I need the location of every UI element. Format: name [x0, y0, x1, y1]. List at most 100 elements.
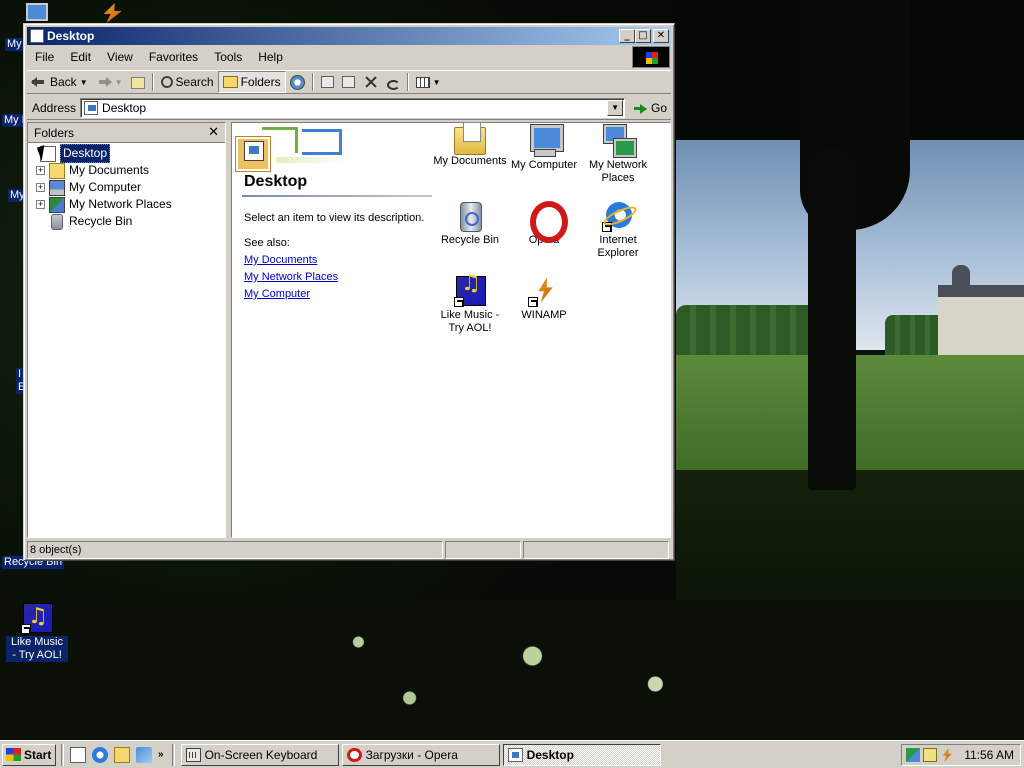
address-dropdown-icon[interactable]: ▼: [607, 99, 624, 116]
task-on-screen-keyboard[interactable]: On-Screen Keyboard: [180, 743, 339, 766]
address-bar: Address Desktop ▼ Go: [27, 96, 671, 120]
quick-launch-more-icon[interactable]: »: [158, 749, 164, 760]
start-button[interactable]: Start: [2, 743, 56, 766]
tree-item-desktop[interactable]: Desktop: [28, 144, 225, 163]
folders-pane-close-icon[interactable]: ✕: [208, 123, 219, 143]
winamp-tray-icon[interactable]: [942, 748, 952, 762]
maximize-button[interactable]: □: [635, 29, 651, 43]
close-button[interactable]: ✕: [653, 29, 669, 43]
windows-flag-icon: [646, 52, 658, 64]
task-desktop[interactable]: Desktop: [502, 743, 661, 766]
internet-explorer-icon[interactable]: [92, 746, 108, 763]
my-computer-desktop-icon[interactable]: [26, 3, 48, 21]
system-tray: 11:56 AM: [901, 744, 1021, 766]
minimize-button[interactable]: _: [619, 29, 635, 43]
desktop-icon-label: Like Music - Try AOL!: [6, 636, 68, 662]
forward-button[interactable]: ▼: [92, 71, 127, 93]
desktop-icon: [84, 100, 99, 115]
see-also-heading: See also:: [244, 237, 290, 249]
title-bar[interactable]: Desktop _ □ ✕: [27, 27, 671, 45]
shortcut-arrow-icon: [602, 222, 612, 232]
task-label: On-Screen Keyboard: [204, 747, 318, 762]
tree-item-label: My Documents: [69, 163, 150, 177]
item-recycle-bin[interactable]: Recycle Bin: [432, 200, 508, 247]
tree-item-my-computer[interactable]: + My Computer: [28, 179, 225, 196]
item-internet-explorer[interactable]: Internet Explorer: [580, 200, 656, 260]
folders-pane-title: Folders: [34, 126, 75, 140]
expand-icon[interactable]: +: [36, 183, 45, 192]
tree-item-label: Desktop: [60, 144, 111, 163]
expand-icon[interactable]: +: [36, 166, 45, 175]
task-opera-downloads[interactable]: Загрузки - Opera: [341, 743, 500, 766]
item-like-music-aol[interactable]: Like Music - Try AOL!: [432, 275, 508, 335]
folders-pane: Folders ✕ Desktop + My Documents + My Co…: [27, 122, 226, 538]
copy-to-icon: [341, 76, 355, 88]
go-arrow-icon: [634, 102, 648, 114]
forward-dropdown-icon[interactable]: ▼: [115, 78, 123, 87]
back-dropdown-icon[interactable]: ▼: [80, 78, 88, 87]
menu-view[interactable]: View: [99, 48, 141, 67]
menu-bar: File Edit View Favorites Tools Help: [27, 48, 671, 67]
history-button[interactable]: [286, 71, 309, 93]
quick-launch-grip[interactable]: [61, 743, 64, 766]
undo-icon: [386, 80, 400, 90]
move-to-button[interactable]: [317, 71, 338, 93]
item-label: My Documents: [433, 155, 507, 167]
search-button[interactable]: Search: [157, 71, 218, 93]
item-winamp[interactable]: WINAMP: [506, 275, 582, 322]
views-button[interactable]: ▼: [412, 71, 445, 93]
link-my-documents[interactable]: My Documents: [244, 254, 317, 266]
item-label: My Network Places: [588, 159, 648, 184]
menu-help[interactable]: Help: [250, 48, 291, 67]
views-dropdown-icon[interactable]: ▼: [433, 78, 441, 87]
banner-artwork: [236, 127, 348, 173]
item-my-computer[interactable]: My Computer: [506, 125, 582, 172]
network-tray-icon[interactable]: [906, 748, 920, 762]
menu-favorites[interactable]: Favorites: [141, 48, 206, 67]
folders-pane-header: Folders ✕: [28, 123, 225, 143]
status-bar: 8 object(s): [27, 541, 671, 559]
expand-icon[interactable]: +: [36, 200, 45, 209]
menu-file[interactable]: File: [27, 48, 62, 67]
back-button[interactable]: Back ▼: [27, 71, 92, 93]
show-desktop-icon[interactable]: [70, 746, 86, 763]
task-label: Загрузки - Opera: [365, 747, 458, 762]
item-label: Recycle Bin: [440, 234, 500, 246]
item-opera[interactable]: Opera: [506, 200, 582, 247]
status-cell: [445, 541, 521, 559]
toolbar-separator: [151, 73, 154, 91]
desktop-icon-label-partial[interactable]: I: [16, 368, 24, 381]
item-my-network-places[interactable]: My Network Places: [580, 125, 656, 185]
folders-label: Folders: [240, 75, 281, 89]
link-my-network-places[interactable]: My Network Places: [244, 271, 338, 283]
desktop-icon-label-partial[interactable]: My: [5, 38, 24, 51]
item-my-documents[interactable]: My Documents: [432, 122, 508, 168]
folders-button[interactable]: Folders: [217, 71, 286, 93]
opera-icon: [346, 747, 362, 762]
tree-item-my-documents[interactable]: + My Documents: [28, 162, 225, 179]
network-places-icon: [602, 125, 636, 157]
delete-button[interactable]: [359, 71, 383, 93]
clock[interactable]: 11:56 AM: [964, 748, 1014, 762]
undo-button[interactable]: [383, 71, 404, 93]
item-label: Like Music - Try AOL!: [440, 309, 500, 334]
explorer-icon[interactable]: [114, 746, 130, 763]
copy-to-button[interactable]: [338, 71, 359, 93]
up-button[interactable]: [127, 71, 149, 93]
windows-flag-icon: [6, 748, 21, 761]
address-input[interactable]: Desktop ▼: [80, 97, 626, 118]
taskbar-grip[interactable]: [171, 743, 175, 766]
menu-edit[interactable]: Edit: [62, 48, 99, 67]
desktop-aol-music-shortcut[interactable]: Like Music - Try AOL!: [6, 602, 68, 662]
menu-tools[interactable]: Tools: [206, 48, 250, 67]
folders-icon: [222, 76, 238, 88]
item-label: My Computer: [510, 159, 578, 171]
tree-item-my-network-places[interactable]: + My Network Places: [28, 196, 225, 213]
scheduler-tray-icon[interactable]: [923, 748, 937, 762]
desktop-icon: [30, 29, 44, 43]
outlook-express-icon[interactable]: [136, 746, 152, 763]
tree-item-recycle-bin[interactable]: Recycle Bin: [28, 213, 225, 230]
link-my-computer[interactable]: My Computer: [244, 288, 310, 300]
go-button[interactable]: Go: [631, 101, 670, 115]
my-computer-icon: [528, 125, 563, 157]
